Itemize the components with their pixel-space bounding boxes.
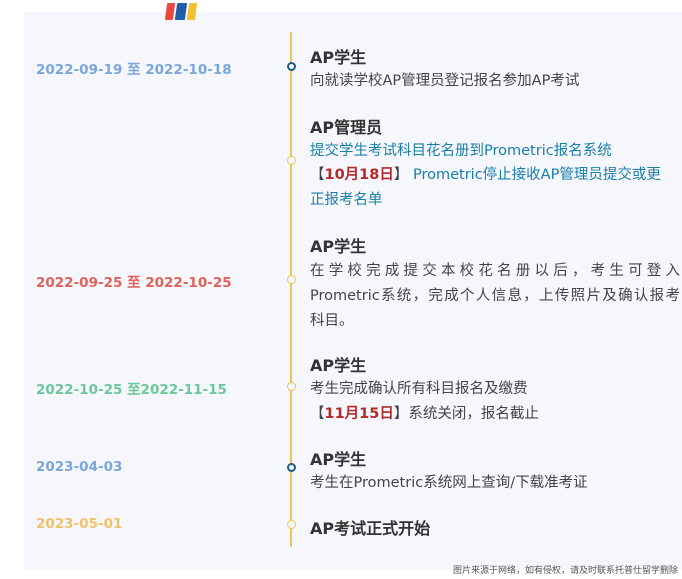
entry-date: 2023-05-01 bbox=[36, 516, 123, 532]
image-source-notice: 图片来源于网络，如有侵权，请及时联系托普仕留学删除 bbox=[452, 566, 678, 576]
bracket-open: 【 bbox=[310, 406, 325, 422]
entry-text: 向就读学校AP管理员登记报名参加AP考试 bbox=[310, 73, 580, 89]
highlight-date: 10月18日 bbox=[324, 167, 394, 183]
notice-text: 系统关闭，报名截止 bbox=[408, 406, 539, 422]
entry-text: Prometric系统，完成个人信息，上传照片及确认报考 bbox=[310, 288, 680, 304]
timeline-dot bbox=[287, 463, 296, 472]
timeline-dot bbox=[287, 520, 296, 529]
bracket-open: 【 bbox=[310, 167, 325, 183]
entry-text-notice: 【10月18日】 Prometric停止接收AP管理员提交或更 bbox=[310, 163, 661, 184]
entry-text: 正报考名单 bbox=[310, 192, 383, 208]
entry-date: 2022-09-19 至 2022-10-18 bbox=[36, 62, 232, 78]
notice-text: Prometric停止接收AP管理员提交或更 bbox=[408, 167, 661, 183]
entry-text: 考生在Prometric系统网上查询/下载准考证 bbox=[310, 475, 588, 491]
timeline-dot bbox=[287, 62, 296, 71]
bracket-close: 】 bbox=[393, 406, 409, 422]
timeline-dot bbox=[287, 275, 296, 284]
entry-text: 在学校完成提交本校花名册以后，考生可登入 bbox=[310, 263, 680, 279]
entry-title: AP学生 bbox=[310, 450, 367, 469]
entry-text: 科目。 bbox=[310, 313, 354, 329]
entry-title: AP学生 bbox=[310, 237, 367, 256]
entry-title: AP学生 bbox=[310, 48, 367, 67]
entry-date: 2022-09-25 至 2022-10-25 bbox=[36, 275, 232, 291]
bracket-close: 】 bbox=[393, 167, 409, 183]
entry-text: 考生完成确认所有科目报名及缴费 bbox=[310, 381, 528, 397]
entry-title: AP管理员 bbox=[310, 118, 383, 137]
highlight-date: 11月15日 bbox=[324, 406, 394, 422]
entry-date: 2023-04-03 bbox=[36, 459, 123, 475]
timeline-dot bbox=[287, 382, 296, 391]
entry-text: 提交学生考试科目花名册到Prometric报名系统 bbox=[310, 143, 612, 159]
entry-text-notice: 【11月15日】系统关闭，报名截止 bbox=[310, 402, 539, 423]
entry-date: 2022-10-25 至2022-11-15 bbox=[36, 382, 227, 398]
timeline-dot bbox=[287, 156, 296, 165]
entry-title: AP学生 bbox=[310, 356, 367, 375]
entry-title: AP考试正式开始 bbox=[310, 519, 431, 538]
